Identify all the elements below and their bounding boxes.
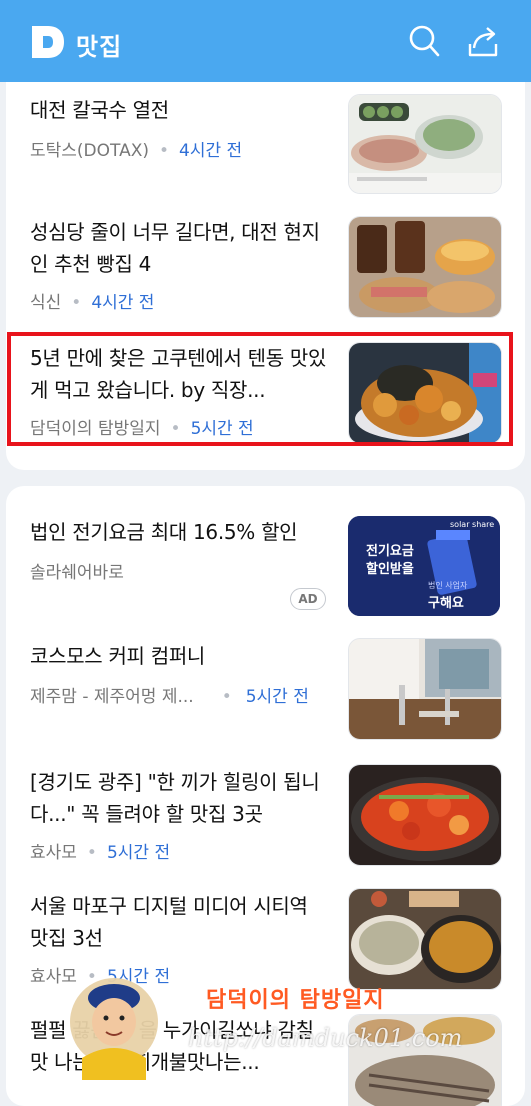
news-card-2: 법인 전기요금 최대 16.5% 할인 솔라쉐어바로 AD solar shar… — [6, 486, 525, 1106]
item-meta: 효사모 • 5시간 전 — [30, 843, 171, 863]
item-time: 5시간 전 — [106, 843, 171, 863]
item-time: 5시간 전 — [245, 687, 309, 707]
item-title[interactable]: [경기도 광주] "한 끼가 힐링이 됩니다..." 꼭 들려야 할 맛집 3곳 — [30, 766, 330, 830]
ad-brand: solar share — [450, 520, 495, 529]
item-time: 4시간 전 — [179, 141, 243, 161]
list-item[interactable]: 코스모스 커피 컴퍼니 제주맘 - 제주어멍 제... • 5시간 전 — [6, 624, 525, 748]
item-meta: 식신 • 4시간 전 — [30, 293, 155, 313]
ad-small: 법인 사업자 — [428, 581, 468, 590]
item-meta: 효사모 • 5시간 전 — [30, 967, 171, 987]
item-source: 식신 — [30, 293, 62, 313]
item-source: 솔라쉐어바로 — [30, 563, 124, 583]
item-time: 4시간 전 — [91, 293, 155, 313]
app-header: 맛집 — [0, 0, 531, 82]
ad-badge: AD — [290, 588, 326, 610]
item-thumbnail[interactable] — [348, 888, 502, 990]
list-item[interactable]: 펄펄 끓는 ... 을 누가이길쏘냐 감칠맛 나는 김치찌개불맛나는... — [6, 1002, 525, 1106]
item-thumbnail[interactable] — [348, 94, 502, 194]
item-title[interactable]: 펄펄 끓는 ... 을 누가이길쏘냐 감칠맛 나는 김치찌개불맛나는... — [30, 1014, 330, 1078]
item-source: 도탁스(DOTAX) — [30, 141, 149, 161]
list-item[interactable]: 서울 마포구 디지털 미디어 시티역 맛집 3선 효사모 • 5시간 전 — [6, 876, 525, 1002]
ad-line-3: 구해요 — [428, 596, 464, 611]
daum-logo-icon[interactable] — [30, 24, 66, 60]
item-meta: 제주맘 - 제주어멍 제... • 5시간 전 — [30, 687, 309, 707]
item-title[interactable]: 대전 칼국수 열전 — [30, 94, 330, 126]
list-item[interactable]: [경기도 광주] "한 끼가 힐링이 됩니다..." 꼭 들려야 할 맛집 3곳… — [6, 748, 525, 876]
page-title: 맛집 — [76, 33, 123, 61]
item-title[interactable]: 법인 전기요금 최대 16.5% 할인 — [30, 516, 330, 548]
item-title[interactable]: 성심당 줄이 너무 길다면, 대전 현지인 추천 빵집 4 — [30, 216, 330, 280]
item-time: 5시간 전 — [106, 967, 171, 987]
list-item[interactable]: 성심당 줄이 너무 길다면, 대전 현지인 추천 빵집 4 식신 • 4시간 전 — [6, 200, 525, 324]
item-title[interactable]: 코스모스 커피 컴퍼니 — [30, 640, 330, 672]
item-thumbnail[interactable] — [348, 1014, 502, 1106]
item-thumbnail[interactable] — [348, 216, 502, 318]
item-thumbnail[interactable] — [348, 764, 502, 866]
list-item[interactable]: 대전 칼국수 열전 도탁스(DOTAX) • 4시간 전 — [6, 82, 525, 200]
item-source: 효사모 — [30, 967, 77, 987]
item-thumbnail[interactable]: solar share 전기요금 할인받을 법인 사업자 구해요 — [348, 516, 500, 616]
ad-item[interactable]: 법인 전기요금 최대 16.5% 할인 솔라쉐어바로 AD solar shar… — [6, 486, 525, 624]
highlight-box — [7, 332, 513, 446]
item-meta: 솔라쉐어바로 — [30, 558, 124, 583]
ad-line-1: 전기요금 — [366, 544, 414, 559]
ad-line-2: 할인받을 — [366, 562, 414, 577]
item-source: 제주맘 - 제주어멍 제... — [30, 687, 194, 707]
share-icon[interactable] — [466, 24, 498, 58]
item-title[interactable]: 서울 마포구 디지털 미디어 시티역 맛집 3선 — [30, 890, 330, 954]
search-icon[interactable] — [408, 24, 440, 58]
item-thumbnail[interactable] — [348, 638, 502, 740]
item-meta: 도탁스(DOTAX) • 4시간 전 — [30, 141, 243, 161]
item-source: 효사모 — [30, 843, 77, 863]
